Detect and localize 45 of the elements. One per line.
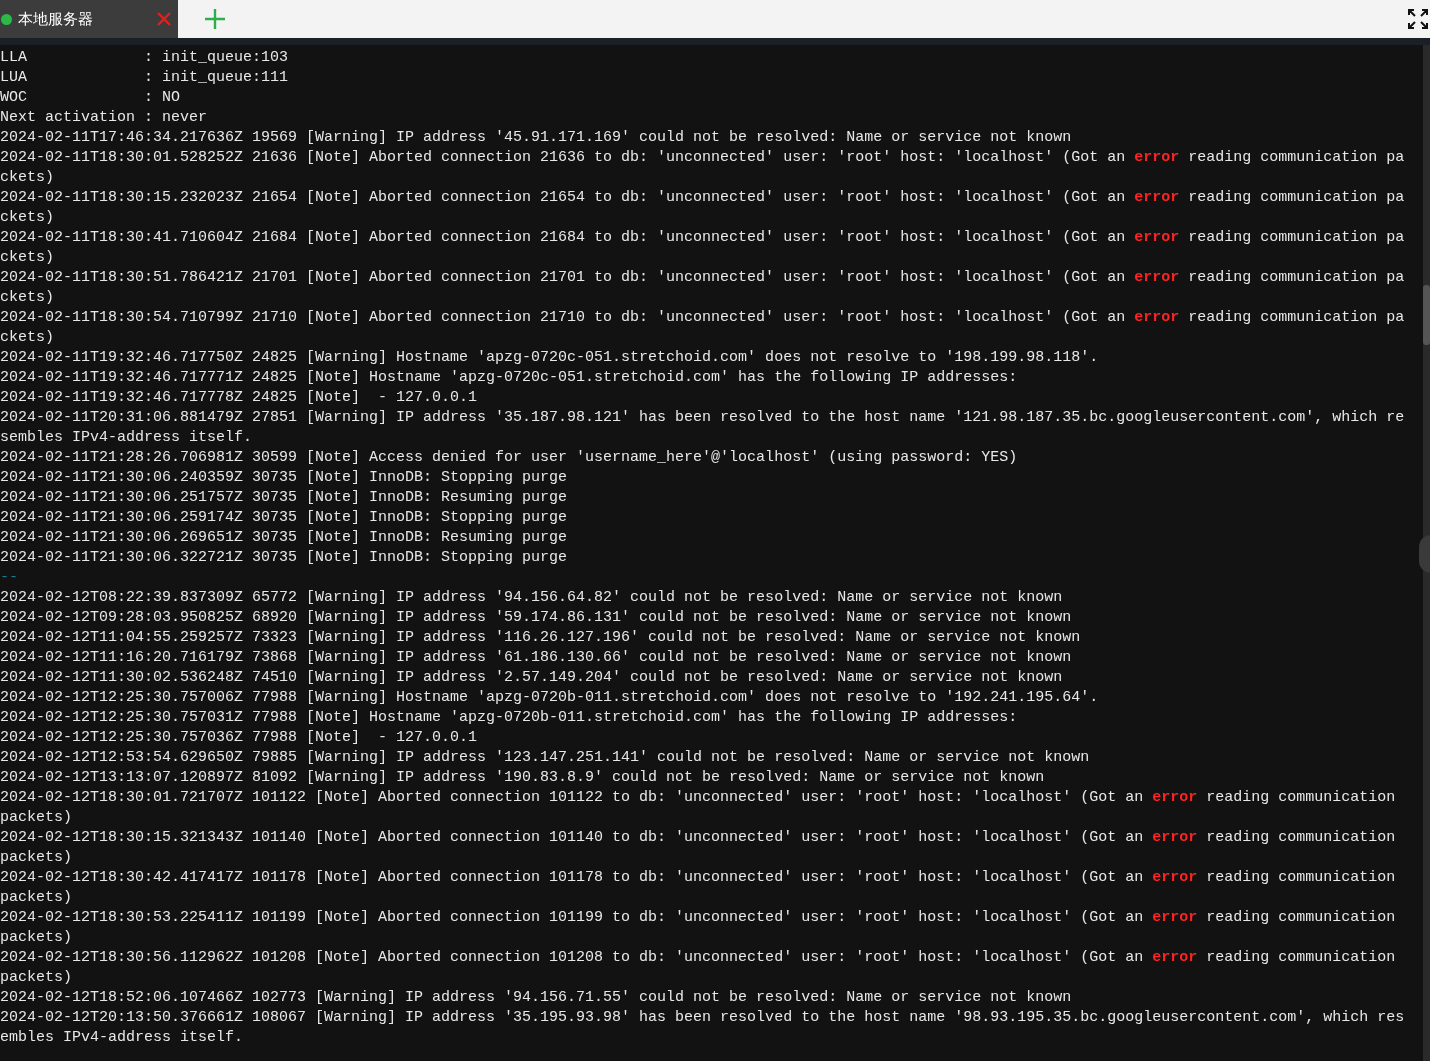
log-line: 2024-02-11T19:32:46.717750Z 24825 [Warning] Hostname 'apzg-0720c-051.stretchoid.com' does not resolve to '198.199.98.118'. [0,348,1100,368]
log-line: 2024-02-11T18:30:54.710799Z 21710 [Note] Aborted connection 21710 to db: 'unconnected' user: 'root' host: 'localhost' (Got an error reading communication packets) [0,308,1406,348]
log-line: 2024-02-11T18:30:01.528252Z 21636 [Note] Aborted connection 21636 to db: 'unconnected' user: 'root' host: 'localhost' (Got an error reading communication packets) [0,148,1406,188]
log-line: 2024-02-11T21:30:06.269651Z 30735 [Note] InnoDB: Resuming purge [0,528,569,548]
log-line: 2024-02-12T09:28:03.950825Z 68920 [Warning] IP address '59.174.86.131' could not be resolved: Name or service not known [0,608,1073,628]
log-line: 2024-02-12T18:30:01.721707Z 101122 [Note] Aborted connection 101122 to db: 'unconnected' user: 'root' host: 'localhost' (Got an error reading communication packets) [0,788,1397,828]
log-line: 2024-02-12T12:25:30.757006Z 77988 [Warning] Hostname 'apzg-0720b-011.stretchoid.com' does not resolve to '192.241.195.64'. [0,688,1100,708]
close-icon[interactable] [156,11,172,27]
log-line: 2024-02-11T21:30:06.251757Z 30735 [Note] InnoDB: Resuming purge [0,488,569,508]
status-dot-icon [1,13,12,25]
separator-line: -- [0,568,19,588]
add-tab-icon[interactable] [204,8,226,30]
log-line: 2024-02-12T12:25:30.757036Z 77988 [Note] - 127.0.0.1 [0,728,479,748]
log-line: 2024-02-11T20:31:06.881479Z 27851 [Warning] IP address '35.187.98.121' has been resolved to the host name '121.98.187.35.bc.googleusercontent.com', which resembles IPv4-address itself. [0,408,1406,448]
log-line: 2024-02-12T20:13:50.376661Z 108067 [Warning] IP address '35.195.93.98' has been resolved to the host name '98.93.195.35.bc.googleusercontent.com', which resembles IPv4-address itself. [0,1008,1406,1048]
scrollbar-thumb[interactable] [1423,285,1430,345]
log-line: 2024-02-12T18:30:42.417417Z 101178 [Note] Aborted connection 101178 to db: 'unconnected' user: 'root' host: 'localhost' (Got an error reading communication packets) [0,868,1397,908]
log-line: 2024-02-11T17:46:34.217636Z 19569 [Warning] IP address '45.91.171.169' could not be resolved: Name or service not known [0,128,1073,148]
log-line: 2024-02-11T21:30:06.240359Z 30735 [Note] InnoDB: Stopping purge [0,468,569,488]
log-line: 2024-02-12T12:53:54.629650Z 79885 [Warning] IP address '123.147.251.141' could not be resolved: Name or service not known [0,748,1091,768]
log-line: 2024-02-11T18:30:15.232023Z 21654 [Note] Aborted connection 21654 to db: 'unconnected' user: 'root' host: 'localhost' (Got an error reading communication packets) [0,188,1406,228]
fullscreen-icon[interactable] [1408,9,1428,29]
log-line: 2024-02-11T19:32:46.717771Z 24825 [Note] Hostname 'apzg-0720c-051.stretchoid.com' has the following IP addresses: [0,368,1019,388]
log-line: 2024-02-12T18:30:15.321343Z 101140 [Note] Aborted connection 101140 to db: 'unconnected' user: 'root' host: 'localhost' (Got an error reading communication packets) [0,828,1397,868]
log-line: LUA : init_queue:111 [0,68,290,88]
log-line: 2024-02-11T21:30:06.322721Z 30735 [Note] InnoDB: Stopping purge [0,548,569,568]
log-line: 2024-02-11T19:32:46.717778Z 24825 [Note] - 127.0.0.1 [0,388,479,408]
log-line: LLA : init_queue:103 [0,48,290,68]
log-line: 2024-02-12T08:22:39.837309Z 65772 [Warning] IP address '94.156.64.82' could not be resolved: Name or service not known [0,588,1064,608]
log-line: 2024-02-12T12:25:30.757031Z 77988 [Note] Hostname 'apzg-0720b-011.stretchoid.com' has the following IP addresses: [0,708,1019,728]
log-line: Next activation : never [0,108,209,128]
log-line: 2024-02-12T18:30:53.225411Z 101199 [Note] Aborted connection 101199 to db: 'unconnected' user: 'root' host: 'localhost' (Got an error reading communication packets) [0,908,1397,948]
log-line: 2024-02-12T11:30:02.536248Z 74510 [Warning] IP address '2.57.149.204' could not be resolved: Name or service not known [0,668,1064,688]
log-line: 2024-02-11T21:30:06.259174Z 30735 [Note] InnoDB: Stopping purge [0,508,569,528]
log-line: 2024-02-12T11:16:20.716179Z 73868 [Warning] IP address '61.186.130.66' could not be resolved: Name or service not known [0,648,1073,668]
log-line: 2024-02-12T13:13:07.120897Z 81092 [Warning] IP address '190.83.8.9' could not be resolved: Name or service not known [0,768,1046,788]
log-line: 2024-02-12T11:04:55.259257Z 73323 [Warning] IP address '116.26.127.196' could not be resolved: Name or service not known [0,628,1082,648]
log-line: 2024-02-12T18:30:56.112962Z 101208 [Note] Aborted connection 101208 to db: 'unconnected' user: 'root' host: 'localhost' (Got an error reading communication packets) [0,948,1397,988]
log-line: 2024-02-11T21:28:26.706981Z 30599 [Note] Access denied for user 'username_here'@'localhost' (using password: YES) [0,448,1019,468]
log-line: 2024-02-12T18:52:06.107466Z 102773 [Warning] IP address '94.156.71.55' could not be resolved: Name or service not known [0,988,1073,1008]
tab-label: 本地服务器 [18,9,94,29]
log-line: WOC : NO [0,88,182,108]
log-line: 2024-02-11T18:30:41.710604Z 21684 [Note] Aborted connection 21684 to db: 'unconnected' user: 'root' host: 'localhost' (Got an error reading communication packets) [0,228,1406,268]
session-tab[interactable]: 本地服务器 [0,0,178,38]
log-line: 2024-02-11T18:30:51.786421Z 21701 [Note] Aborted connection 21701 to db: 'unconnected' user: 'root' host: 'localhost' (Got an error reading communication packets) [0,268,1406,308]
